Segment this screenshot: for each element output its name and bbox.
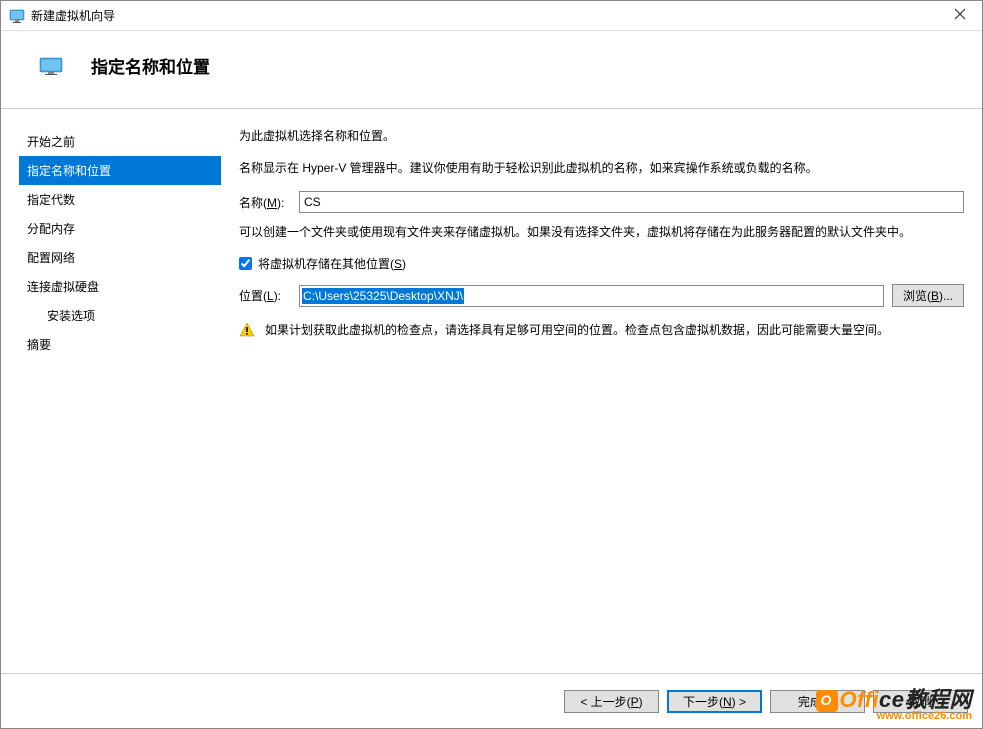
- label-accel: S: [394, 257, 402, 271]
- store-elsewhere-label: 将虚拟机存储在其他位置(S): [258, 255, 406, 272]
- label-accel: M: [267, 196, 277, 210]
- sidebar-item-network[interactable]: 配置网络: [19, 243, 221, 272]
- location-row: 位置(L): C:\Users\25325\Desktop\XNJ\ 浏览(B)…: [239, 284, 964, 307]
- label-text: 将虚拟机存储在其他位置(: [258, 257, 394, 271]
- name-input[interactable]: [299, 191, 964, 213]
- label-accel: L: [267, 289, 274, 303]
- warning-triangle-icon: [239, 322, 255, 341]
- titlebar: 新建虚拟机向导: [1, 1, 982, 31]
- sidebar-item-install-options[interactable]: 安装选项: [19, 301, 221, 330]
- location-input-wrap: C:\Users\25325\Desktop\XNJ\: [299, 285, 884, 307]
- label-text: ):: [274, 289, 281, 303]
- button-text: ): [833, 695, 837, 709]
- label-text: ): [402, 257, 406, 271]
- location-input[interactable]: [299, 285, 884, 307]
- store-elsewhere-checkbox[interactable]: [239, 257, 252, 270]
- label-text: 名称(: [239, 196, 267, 210]
- location-description: 可以创建一个文件夹或使用现有文件夹来存储虚拟机。如果没有选择文件夹，虚拟机将存储…: [239, 223, 964, 241]
- main-panel: 为此虚拟机选择名称和位置。 名称显示在 Hyper-V 管理器中。建议你使用有助…: [221, 109, 982, 673]
- previous-button[interactable]: < 上一步(P): [564, 690, 659, 713]
- button-text: ): [639, 695, 643, 709]
- button-text: < 上一步(: [580, 695, 630, 709]
- button-text: 下一步(: [683, 695, 723, 709]
- footer-buttons: < 上一步(P) 下一步(N) > 完成(F) 取消 Office教程网 www…: [1, 673, 982, 728]
- label-text: ):: [277, 196, 284, 210]
- name-row: 名称(M):: [239, 191, 964, 213]
- warning-row: 如果计划获取此虚拟机的检查点，请选择具有足够可用空间的位置。检查点包含虚拟机数据…: [239, 321, 964, 341]
- button-text: 完成(: [798, 695, 826, 709]
- monitor-icon: [39, 57, 63, 75]
- store-elsewhere-row: 将虚拟机存储在其他位置(S): [239, 255, 964, 272]
- label-text: 位置(: [239, 289, 267, 303]
- sidebar-item-summary[interactable]: 摘要: [19, 330, 221, 359]
- window-title: 新建虚拟机向导: [31, 7, 946, 24]
- content-area: 开始之前 指定名称和位置 指定代数 分配内存 配置网络 连接虚拟硬盘 安装选项 …: [1, 109, 982, 673]
- button-accel: B: [931, 289, 939, 303]
- cancel-button[interactable]: 取消: [873, 690, 968, 713]
- button-text: )...: [939, 289, 953, 303]
- button-accel: P: [631, 695, 639, 709]
- finish-button[interactable]: 完成(F): [770, 690, 865, 713]
- button-text: ) >: [732, 695, 746, 709]
- sidebar-item-before-begin[interactable]: 开始之前: [19, 127, 221, 156]
- sidebar-item-generation[interactable]: 指定代数: [19, 185, 221, 214]
- wizard-window: 新建虚拟机向导 指定名称和位置 开始之前 指定名称和位置 指定代数 分: [0, 0, 983, 729]
- sidebar-item-memory[interactable]: 分配内存: [19, 214, 221, 243]
- close-button[interactable]: [946, 8, 974, 24]
- button-accel: N: [723, 695, 732, 709]
- button-text: 浏览(: [903, 289, 931, 303]
- location-label: 位置(L):: [239, 287, 299, 304]
- intro-text: 为此虚拟机选择名称和位置。: [239, 127, 964, 145]
- browse-button[interactable]: 浏览(B)...: [892, 284, 964, 307]
- close-icon: [954, 8, 966, 20]
- sidebar-item-name-location[interactable]: 指定名称和位置: [19, 156, 221, 185]
- warning-text: 如果计划获取此虚拟机的检查点，请选择具有足够可用空间的位置。检查点包含虚拟机数据…: [265, 321, 889, 340]
- name-label: 名称(M):: [239, 194, 299, 211]
- sidebar-item-vhd[interactable]: 连接虚拟硬盘: [19, 272, 221, 301]
- monitor-icon: [9, 8, 25, 24]
- header-panel: 指定名称和位置: [1, 31, 982, 108]
- wizard-steps-sidebar: 开始之前 指定名称和位置 指定代数 分配内存 配置网络 连接虚拟硬盘 安装选项 …: [1, 109, 221, 673]
- page-title: 指定名称和位置: [91, 53, 210, 78]
- description-text: 名称显示在 Hyper-V 管理器中。建议你使用有助于轻松识别此虚拟机的名称，如…: [239, 159, 964, 177]
- next-button[interactable]: 下一步(N) >: [667, 690, 762, 713]
